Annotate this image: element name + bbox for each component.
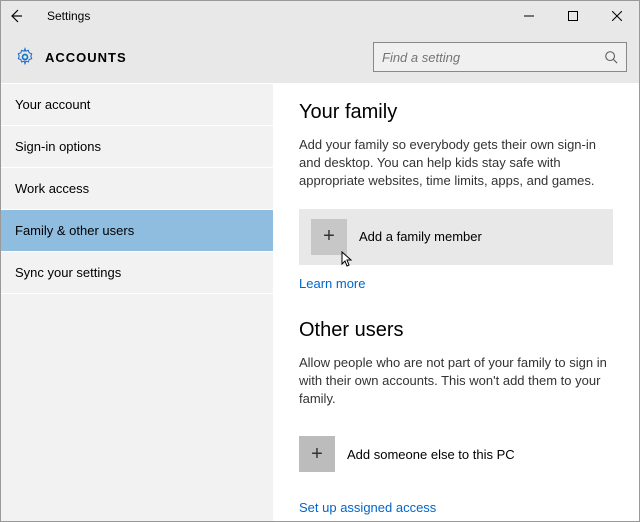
sidebar-item-work-access[interactable]: Work access — [1, 168, 273, 210]
sidebar-item-label: Sync your settings — [15, 265, 121, 280]
sidebar-item-label: Family & other users — [15, 223, 134, 238]
titlebar-left: Settings — [1, 1, 90, 31]
sidebar-item-family-other-users[interactable]: Family & other users — [1, 210, 273, 252]
header-left: ACCOUNTS — [15, 47, 127, 67]
sidebar-item-label: Sign-in options — [15, 139, 101, 154]
learn-more-link[interactable]: Learn more — [299, 276, 365, 291]
sidebar-item-sign-in-options[interactable]: Sign-in options — [1, 126, 273, 168]
minimize-button[interactable] — [507, 1, 551, 31]
add-other-label: Add someone else to this PC — [347, 447, 515, 462]
close-icon — [612, 11, 622, 21]
page-title: ACCOUNTS — [45, 50, 127, 65]
plus-icon: + — [299, 436, 335, 472]
maximize-button[interactable] — [551, 1, 595, 31]
add-other-user-button[interactable]: + Add someone else to this PC — [299, 426, 613, 482]
other-users-section-desc: Allow people who are not part of your fa… — [299, 354, 613, 409]
minimize-icon — [524, 11, 534, 21]
gear-icon — [15, 47, 35, 67]
search-box[interactable] — [373, 42, 627, 72]
maximize-icon — [568, 11, 578, 21]
header: ACCOUNTS — [1, 31, 639, 83]
search-input[interactable] — [382, 50, 604, 65]
back-button[interactable] — [1, 1, 31, 31]
sidebar-item-label: Work access — [15, 181, 89, 196]
assigned-access-link[interactable]: Set up assigned access — [299, 500, 436, 515]
sidebar-item-your-account[interactable]: Your account — [1, 84, 273, 126]
sidebar-item-sync-settings[interactable]: Sync your settings — [1, 252, 273, 294]
window-title: Settings — [47, 9, 90, 23]
body: Your account Sign-in options Work access… — [1, 83, 639, 521]
family-section-title: Your family — [299, 101, 613, 124]
back-arrow-icon — [8, 8, 24, 24]
window-controls — [507, 1, 639, 31]
content: Your family Add your family so everybody… — [273, 83, 639, 521]
family-section-desc: Add your family so everybody gets their … — [299, 136, 613, 191]
sidebar: Your account Sign-in options Work access… — [1, 83, 273, 521]
other-users-section-title: Other users — [299, 319, 613, 342]
close-button[interactable] — [595, 1, 639, 31]
plus-icon: + — [311, 219, 347, 255]
add-family-label: Add a family member — [359, 229, 482, 244]
sidebar-item-label: Your account — [15, 97, 90, 112]
add-family-member-button[interactable]: + Add a family member — [299, 209, 613, 265]
titlebar: Settings — [1, 1, 639, 31]
search-icon — [604, 50, 618, 64]
